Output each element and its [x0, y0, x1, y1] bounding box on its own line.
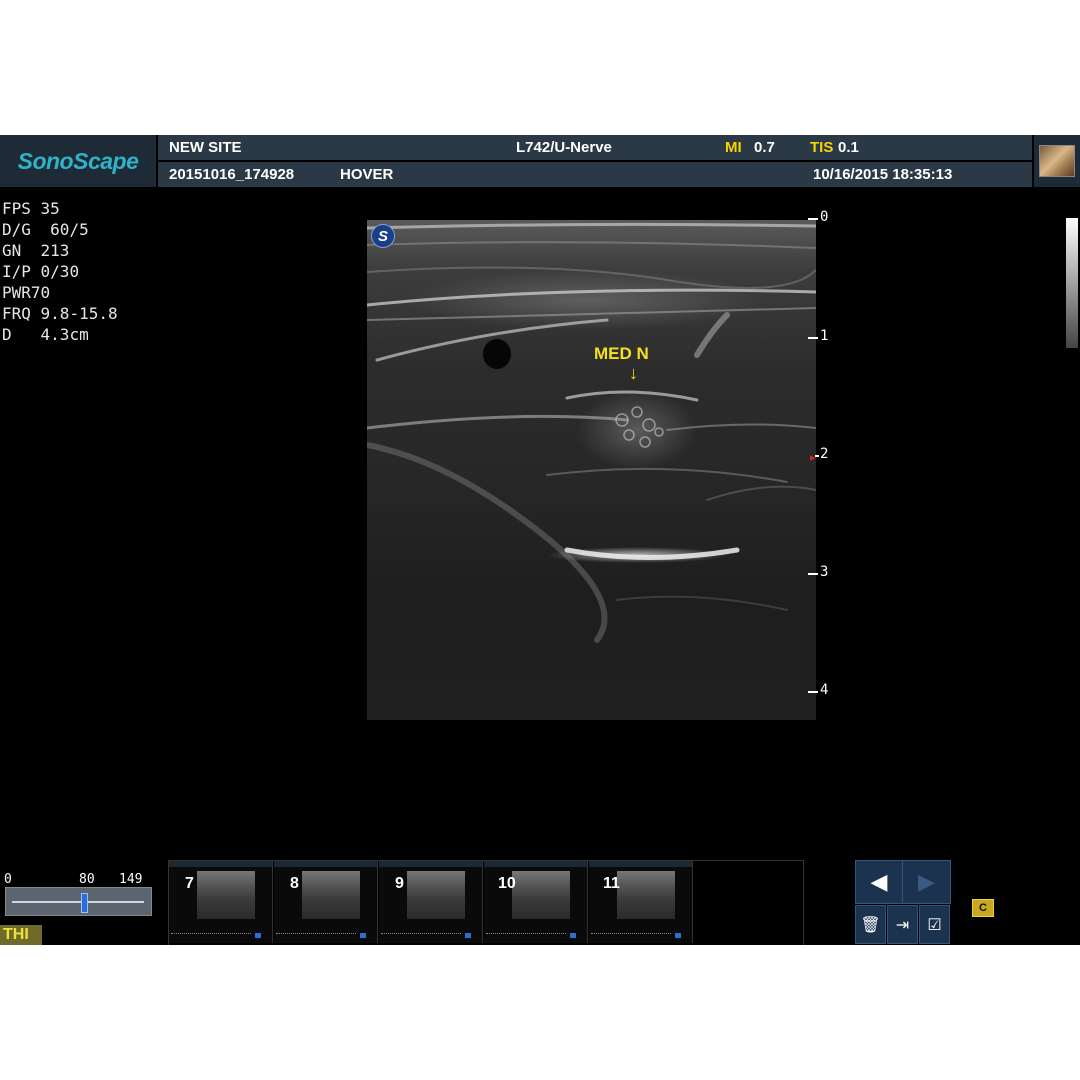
tis-label: TIS: [810, 139, 834, 156]
export-button[interactable]: ⇥: [887, 905, 918, 944]
param-ip: I/P 0/30: [2, 262, 80, 281]
depth-tick: [808, 218, 818, 220]
header-row-2: 20151016_174928 HOVER 10/16/2015 18:35:1…: [158, 162, 1032, 187]
tissue-echo-texture: [367, 222, 816, 643]
sonoscape-logo: SonoScape: [17, 147, 139, 174]
delete-button[interactable]: 🗑: [855, 905, 886, 944]
thi-mode-indicator: THI: [0, 925, 42, 945]
thumbnail-item[interactable]: 9: [379, 861, 483, 943]
param-frq: FRQ 9.8-15.8: [2, 304, 118, 323]
depth-tick: [808, 337, 818, 339]
depth-label-0: 0: [820, 209, 829, 225]
ultrasound-image[interactable]: S MED N ↓: [367, 220, 816, 720]
thumbnail-image: [302, 871, 360, 919]
cine-slider-labels: 0 80 149: [4, 872, 150, 888]
slider-max-label: 149: [119, 872, 143, 887]
thumbnail-image: [197, 871, 255, 919]
hospital-name: HOVER: [340, 166, 394, 183]
thumbnail-image: [407, 871, 465, 919]
select-button[interactable]: ☑: [919, 905, 950, 944]
cine-slider[interactable]: [5, 887, 152, 916]
trash-icon: 🗑: [860, 916, 881, 934]
study-id: 20151016_174928: [169, 166, 295, 183]
thumbnail-image: [512, 871, 570, 919]
slider-current-label: 80: [79, 872, 95, 887]
previous-page-button[interactable]: ◀: [856, 861, 903, 903]
thumbnail-item[interactable]: 7: [169, 861, 273, 943]
thumbnail-image: [617, 871, 675, 919]
export-icon: ⇥: [895, 916, 910, 934]
thumbnail-item[interactable]: 8: [274, 861, 378, 943]
param-fps: FPS 35: [2, 199, 60, 218]
tis-value: 0.1: [838, 139, 859, 156]
site-name: NEW SITE: [169, 139, 242, 156]
logo-panel: SonoScape: [0, 135, 156, 187]
thumbnail-number: 9: [395, 875, 404, 892]
thumbnail-status-icon: [675, 933, 681, 938]
param-pwr: PWR70: [2, 283, 51, 302]
header-row-1: NEW SITE L742/U-Nerve MI 0.7 TIS 0.1: [158, 135, 1032, 160]
annotation-arrow-icon[interactable]: ↓: [629, 364, 638, 382]
depth-label-2: 2: [820, 446, 829, 462]
focus-position-marker[interactable]: ▸: [810, 451, 816, 464]
thumbnail-status-icon: [465, 933, 471, 938]
arrow-left-icon: ◀: [870, 869, 888, 894]
ultrasound-screen: SonoScape NEW SITE L742/U-Nerve MI 0.7 T…: [0, 135, 1080, 945]
thumbnail-item[interactable]: 11: [589, 861, 693, 943]
checklist-icon: ☑: [927, 916, 942, 934]
thumbnail-number: 10: [498, 875, 516, 892]
thumbnail-number: 11: [603, 875, 620, 892]
thumbnail-status-icon: [360, 933, 366, 938]
probe-thumbnail-panel[interactable]: [1034, 135, 1080, 187]
slider-min-label: 0: [4, 872, 12, 887]
depth-label-4: 4: [820, 682, 829, 698]
thumbnail-number: 7: [185, 875, 194, 892]
thumbnail-status-icon: [570, 933, 576, 938]
s-logo-badge: S: [371, 224, 395, 248]
mi-value: 0.7: [754, 139, 775, 156]
arrow-right-icon: ▶: [918, 869, 935, 894]
page-navigation: ◀ ▶: [855, 860, 951, 904]
depth-tick: [808, 691, 818, 693]
slider-track[interactable]: [12, 901, 144, 903]
imaging-parameters: FPS 35 D/G 60/5 GN 213 I/P 0/30 PWR70 FR…: [2, 198, 118, 345]
depth-label-1: 1: [820, 328, 829, 344]
mi-label: MI: [725, 139, 742, 156]
cine-icon[interactable]: C: [972, 899, 994, 917]
param-depth: D 4.3cm: [2, 325, 89, 344]
slider-handle[interactable]: [80, 893, 88, 913]
thumbnail-number: 8: [290, 875, 299, 892]
probe-position-icon: [1039, 145, 1075, 177]
grayscale-map-bar: [1066, 218, 1078, 348]
param-dg: D/G 60/5: [2, 220, 89, 239]
next-page-button[interactable]: ▶: [903, 861, 950, 903]
param-gn: GN 213: [2, 241, 70, 260]
thumbnail-item[interactable]: 10: [484, 861, 588, 943]
depth-label-3: 3: [820, 564, 829, 580]
exam-datetime: 10/16/2015 18:35:13: [813, 166, 953, 183]
thumbnail-strip: 7 8 9 10 11: [168, 860, 804, 945]
median-nerve-annotation[interactable]: MED N: [594, 344, 649, 364]
probe-preset[interactable]: L742/U-Nerve: [516, 139, 612, 156]
depth-tick: [808, 573, 818, 575]
thumbnail-status-icon: [255, 933, 261, 938]
